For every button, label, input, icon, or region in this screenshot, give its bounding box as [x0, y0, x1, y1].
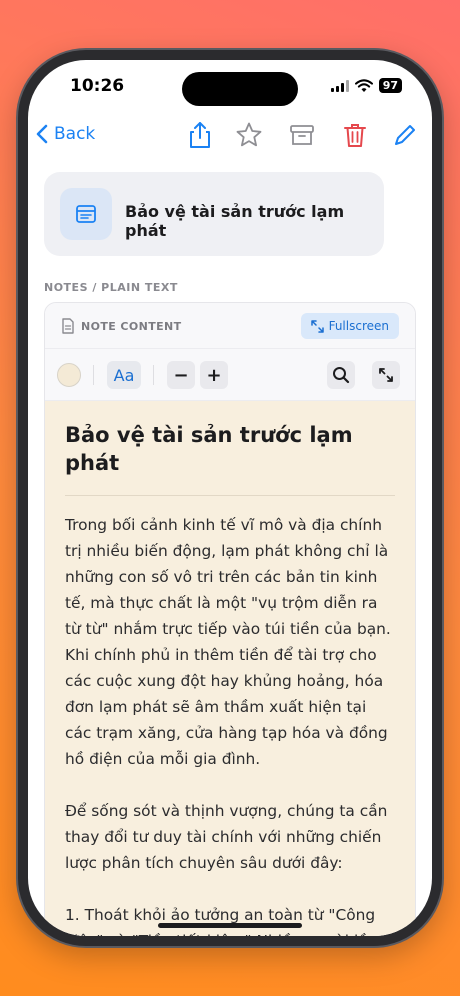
toolbar-divider — [93, 365, 94, 385]
search-icon — [333, 367, 350, 384]
status-indicators: 97 — [330, 78, 402, 93]
toolbar-divider — [153, 365, 154, 385]
file-icon — [62, 318, 74, 334]
note-paragraph: 1. Thoát khỏi ảo tưởng an toàn từ "Công … — [65, 906, 383, 936]
note-content-panel: NOTE CONTENT Fullscreen Aa − + Bảo vệ tà… — [44, 302, 416, 936]
font-style-button[interactable]: Aa — [107, 361, 141, 389]
expand-icon — [310, 319, 324, 333]
note-content-label: NOTE CONTENT — [81, 320, 182, 333]
note-title: Bảo vệ tài sản trước lạm phát — [125, 202, 345, 240]
fullscreen-label: Fullscreen — [328, 319, 389, 333]
document-icon — [60, 188, 112, 240]
share-icon[interactable] — [185, 120, 215, 150]
pencil-icon[interactable] — [390, 120, 420, 150]
editor-toolbar: Aa − + — [45, 349, 415, 401]
fullscreen-button[interactable]: Fullscreen — [300, 313, 399, 339]
note-paragraph: Trong bối cảnh kinh tế vĩ mô và địa chín… — [65, 516, 391, 768]
back-label: Back — [54, 124, 96, 144]
decrease-font-button[interactable]: − — [167, 361, 195, 389]
search-button[interactable] — [327, 361, 355, 389]
cellular-signal-icon — [330, 79, 349, 92]
note-paragraph: Để sống sót và thịnh vượng, chúng ta cần… — [65, 802, 388, 872]
star-icon[interactable] — [234, 120, 264, 150]
note-content-header: NOTE CONTENT Fullscreen — [45, 303, 415, 349]
note-heading: Bảo vệ tài sản trước lạm phát — [65, 421, 395, 496]
background-color-swatch[interactable] — [57, 363, 81, 387]
dynamic-island — [182, 72, 298, 106]
trash-icon[interactable] — [340, 120, 370, 150]
status-time: 10:26 — [70, 76, 125, 96]
note-body[interactable]: Bảo vệ tài sản trước lạm phát Trong bối … — [45, 401, 415, 936]
archive-icon[interactable] — [287, 120, 317, 150]
expand-icon — [379, 368, 393, 382]
back-button[interactable]: Back — [36, 124, 95, 144]
home-indicator — [158, 923, 302, 928]
phone-frame: 10:26 97 Back Bảo vệ tài sản trước lạm p… — [18, 50, 442, 946]
note-title-card: Bảo vệ tài sản trước lạm phát — [44, 172, 384, 256]
nav-bar: Back — [28, 118, 432, 158]
battery-indicator: 97 — [378, 78, 402, 93]
screen: 10:26 97 Back Bảo vệ tài sản trước lạm p… — [28, 60, 432, 936]
section-label: NOTES / PLAIN TEXT — [44, 281, 178, 294]
document-glyph — [76, 205, 96, 223]
chevron-left-icon — [36, 124, 48, 144]
increase-font-button[interactable]: + — [200, 361, 228, 389]
wifi-icon — [354, 78, 373, 92]
expand-button[interactable] — [372, 361, 400, 389]
